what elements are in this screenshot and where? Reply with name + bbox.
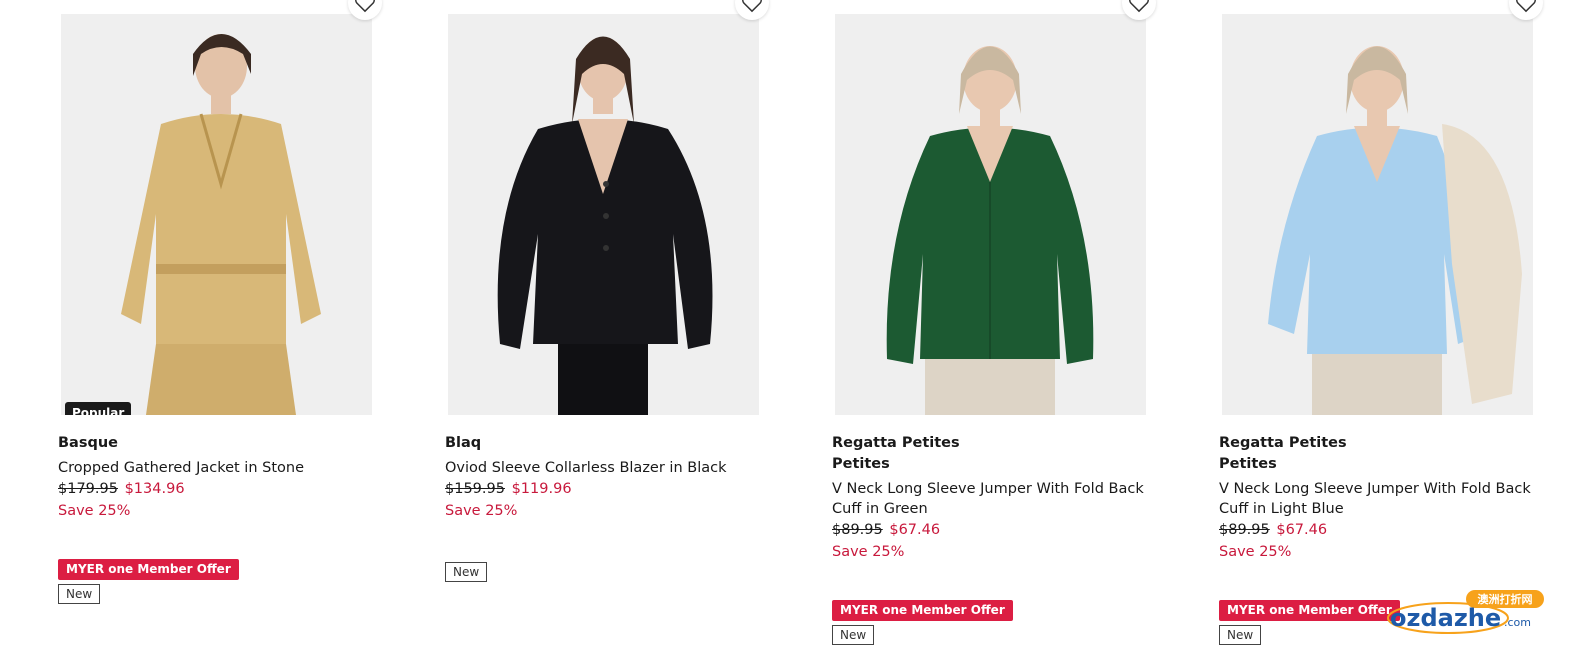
badge-group: MYER one Member Offer New (58, 558, 398, 604)
product-image[interactable] (1222, 14, 1533, 415)
popular-badge: Popular (65, 402, 132, 415)
sale-price: $67.46 (1276, 522, 1328, 538)
member-offer-badge: MYER one Member Offer (58, 559, 239, 580)
save-label: Save 25% (1219, 544, 1292, 560)
product-image[interactable]: Popular (61, 14, 372, 415)
was-price: $179.95 (58, 481, 118, 497)
product-card[interactable]: Regatta Petites Petites V Neck Long Slee… (832, 0, 1172, 654)
badge-group: MYER one Member Offer New (832, 599, 1172, 645)
save-label: Save 25% (58, 503, 131, 519)
new-badge: New (1219, 625, 1262, 645)
product-name[interactable]: Cropped Gathered Jacket in Stone (58, 458, 398, 478)
product-sub-brand[interactable]: Petites (832, 454, 1172, 475)
heart-outline-icon (1129, 0, 1149, 13)
product-name[interactable]: V Neck Long Sleeve Jumper With Fold Back… (1219, 479, 1559, 519)
product-prices: $179.95 $134.96 (58, 478, 398, 500)
product-brand[interactable]: Regatta Petites (1219, 433, 1559, 454)
heart-outline-icon (355, 0, 375, 13)
new-badge: New (445, 562, 488, 582)
svg-text:.com: .com (1504, 616, 1531, 629)
product-card[interactable]: Regatta Petites Petites V Neck Long Slee… (1219, 0, 1559, 654)
product-image[interactable] (448, 14, 759, 415)
product-info: Blaq Oviod Sleeve Collarless Blazer in B… (445, 433, 785, 582)
product-info: Basque Cropped Gathered Jacket in Stone … (58, 433, 398, 604)
was-price: $159.95 (445, 481, 505, 497)
sale-price: $134.96 (124, 481, 185, 497)
product-prices: $159.95 $119.96 (445, 478, 785, 500)
product-brand[interactable]: Regatta Petites (832, 433, 1172, 454)
product-prices: $89.95 $67.46 (832, 519, 1172, 541)
save-label: Save 25% (445, 503, 518, 519)
product-card[interactable]: Popular Basque Cropped Gathered Jacket i… (58, 0, 398, 654)
heart-outline-icon (1516, 0, 1536, 13)
sale-price: $67.46 (889, 522, 941, 538)
product-card[interactable]: Blaq Oviod Sleeve Collarless Blazer in B… (445, 0, 785, 654)
was-price: $89.95 (1219, 522, 1270, 538)
watermark-logo: 澳洲打折网 ozdazhe .com (1386, 590, 1546, 636)
product-grid: Popular Basque Cropped Gathered Jacket i… (0, 0, 1588, 654)
new-badge: New (832, 625, 875, 645)
product-info: Regatta Petites Petites V Neck Long Slee… (832, 433, 1172, 645)
product-name[interactable]: V Neck Long Sleeve Jumper With Fold Back… (832, 479, 1172, 519)
product-image[interactable] (835, 14, 1146, 415)
save-label: Save 25% (832, 544, 905, 560)
product-sub-brand[interactable]: Petites (1219, 454, 1559, 475)
svg-text:ozdazhe: ozdazhe (1390, 604, 1501, 632)
heart-outline-icon (742, 0, 762, 13)
member-offer-badge: MYER one Member Offer (1219, 600, 1400, 621)
product-brand[interactable]: Basque (58, 433, 398, 454)
member-offer-badge: MYER one Member Offer (832, 600, 1013, 621)
product-prices: $89.95 $67.46 (1219, 519, 1559, 541)
new-badge: New (58, 584, 101, 604)
sale-price: $119.96 (511, 481, 572, 497)
product-brand[interactable]: Blaq (445, 433, 785, 454)
product-name[interactable]: Oviod Sleeve Collarless Blazer in Black (445, 458, 785, 478)
badge-group: New (445, 558, 785, 582)
was-price: $89.95 (832, 522, 883, 538)
